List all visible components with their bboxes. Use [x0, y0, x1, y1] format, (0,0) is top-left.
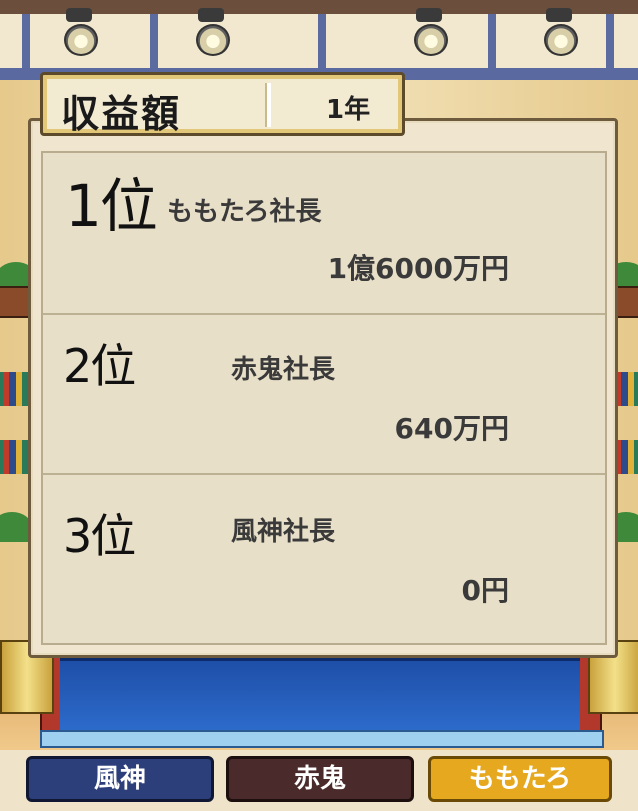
ranking-header: 収益額 1年 [40, 72, 405, 136]
books-icon [0, 372, 30, 406]
spotlight-icon [192, 8, 230, 56]
rank-label: 3位 [63, 509, 136, 563]
ceiling-beam [150, 14, 158, 68]
player-name: 風神社長 [231, 517, 336, 547]
books-icon [0, 440, 30, 474]
ranking-list: 1位 ももたろ社長 1億6000万円 2位 赤鬼社長 640万円 3位 風神社長… [41, 151, 607, 645]
player-name: ももたろ社長 [167, 197, 322, 227]
ranking-panel: 1位 ももたろ社長 1億6000万円 2位 赤鬼社長 640万円 3位 風神社長… [28, 118, 618, 658]
earnings-amount: 1億6000万円 [327, 252, 509, 285]
earnings-amount: 640万円 [394, 412, 509, 445]
stage-edge [40, 730, 604, 748]
player-name: 赤鬼社長 [231, 355, 336, 385]
earnings-amount: 0円 [461, 574, 509, 607]
period-label: 1年 [326, 95, 371, 125]
spotlight-icon [410, 8, 448, 56]
ceiling-beam [488, 14, 496, 68]
player-button-akaoni[interactable]: 赤鬼 [226, 756, 414, 802]
stage [60, 655, 580, 741]
rank-label: 2位 [63, 339, 136, 393]
player-button-momotaro[interactable]: ももたろ [428, 756, 612, 802]
header-divider [265, 83, 271, 127]
spotlight-icon [60, 8, 98, 56]
ranking-row-1: 1位 ももたろ社長 1億6000万円 [43, 153, 605, 315]
rank-label: 1位 [65, 172, 158, 240]
player-button-fujin[interactable]: 風神 [26, 756, 214, 802]
page-title: 収益額 [61, 92, 182, 136]
ranking-row-3: 3位 風神社長 0円 [43, 473, 605, 633]
ceiling-beam [22, 14, 30, 68]
spotlight-icon [540, 8, 578, 56]
ceiling-beam [318, 14, 326, 68]
ranking-row-2: 2位 赤鬼社長 640万円 [43, 313, 605, 475]
ceiling-beam [606, 14, 614, 68]
